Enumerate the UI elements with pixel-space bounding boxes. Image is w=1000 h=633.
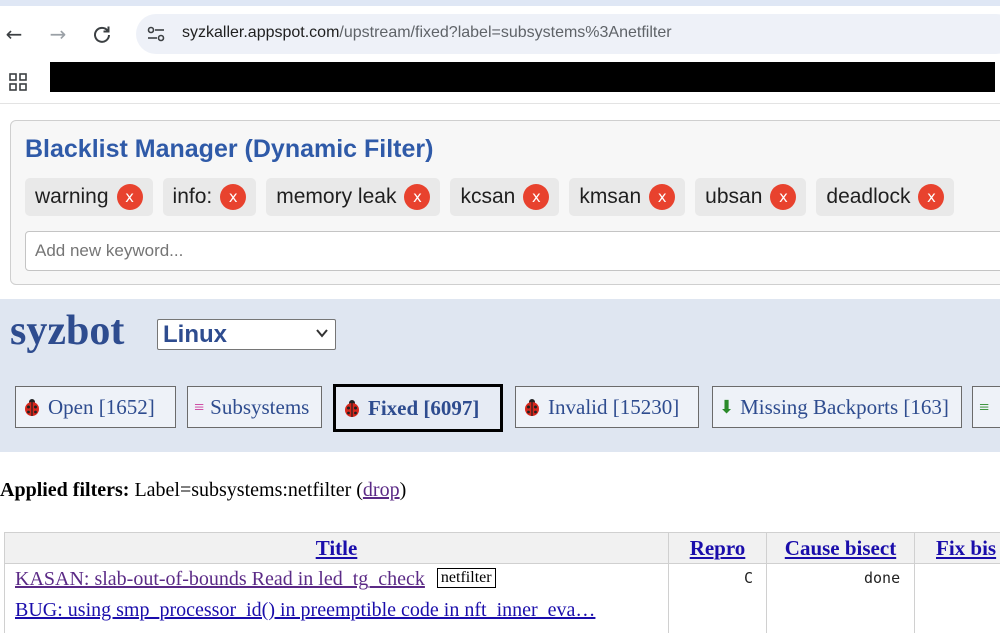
column-header-cause-bisect[interactable]: Cause bisect	[766, 532, 915, 564]
bug-title-link[interactable]: KASAN: slab-out-of-bounds Read in led_tg…	[15, 568, 425, 590]
keyword-chip: info: x	[162, 178, 257, 216]
applied-filters: Applied filters: Label=subsystems:netfil…	[0, 479, 407, 501]
subsystem-label-tag[interactable]: netfilter	[436, 568, 496, 588]
ladybug-icon	[342, 398, 362, 418]
remove-keyword-button[interactable]: x	[116, 184, 143, 210]
namespace-select[interactable]: Linux	[157, 319, 336, 350]
forward-icon[interactable]: →	[44, 20, 72, 48]
tab-subsystems[interactable]: ≡ Subsystems	[187, 386, 322, 428]
remove-keyword-button[interactable]: x	[523, 184, 550, 210]
syzbot-header: syzbot Linux Open [1652] ≡ Subsystems Fixed…	[0, 299, 1000, 452]
repro-cell: C	[744, 569, 754, 587]
keyword-chip: kmsan x	[569, 178, 686, 216]
keyword-chip-label: memory leak	[276, 185, 397, 208]
address-bar[interactable]: syzkaller.appspot.com/upstream/fixed?lab…	[136, 14, 1000, 54]
remove-keyword-button[interactable]: x	[404, 184, 431, 210]
tab-label: Missing Backports [163]	[740, 394, 949, 419]
blacklist-manager-panel: Blacklist Manager (Dynamic Filter) warni…	[10, 120, 1000, 285]
tab-label: Fixed [6097]	[368, 395, 480, 420]
blacklist-title: Blacklist Manager (Dynamic Filter)	[25, 135, 434, 163]
tab-more[interactable]: ≡	[972, 386, 1000, 428]
table-border	[4, 564, 5, 633]
cause-bisect-cell: done	[864, 569, 901, 587]
ladybug-icon	[22, 397, 42, 417]
url-path: /upstream/fixed?label=subsystems%3Anetfi…	[339, 24, 672, 41]
tab-label: Subsystems	[210, 394, 310, 419]
column-header-fix-bisect[interactable]: Fix bis	[914, 532, 1000, 564]
remove-keyword-button[interactable]: x	[770, 184, 797, 210]
keyword-chip: deadlock x	[816, 178, 955, 216]
tab-fixed[interactable]: Fixed [6097]	[333, 384, 503, 432]
remove-keyword-button[interactable]: x	[918, 184, 945, 210]
applied-filters-label: Applied filters:	[0, 479, 130, 501]
keyword-chip: warning x	[25, 178, 153, 216]
tab-invalid[interactable]: Invalid [15230]	[515, 386, 699, 428]
table-row: BUG: using smp_processor_id() in preempt…	[15, 599, 595, 622]
keyword-chip-list: warning x info: x memory leak x kcsan x kmsan x ub…	[25, 178, 955, 216]
keyword-chip-label: ubsan	[705, 185, 763, 208]
keyword-chip: memory leak x	[266, 178, 441, 216]
chevron-down-icon	[315, 326, 329, 343]
url-host: syzkaller.appspot.com	[182, 24, 340, 41]
remove-keyword-button[interactable]: x	[220, 184, 247, 210]
bug-title-link[interactable]: BUG: using smp_processor_id() in preempt…	[15, 599, 595, 621]
column-header-title[interactable]: Title	[4, 532, 669, 564]
tab-label: Open [1652]	[48, 394, 155, 419]
apps-grid-icon[interactable]	[8, 72, 28, 92]
keyword-chip-label: kmsan	[579, 185, 642, 208]
drop-filter-link[interactable]: drop	[363, 479, 400, 501]
bookmarks-bar	[0, 62, 1000, 104]
remove-keyword-button[interactable]: x	[649, 184, 676, 210]
applied-filter-value: Label=subsystems:netfilter	[134, 479, 352, 501]
table-border	[914, 564, 915, 633]
keyword-chip: ubsan x	[695, 178, 807, 216]
back-icon[interactable]: ←	[0, 20, 28, 48]
url-text[interactable]: syzkaller.appspot.com/upstream/fixed?lab…	[182, 24, 672, 42]
keyword-chip: kcsan x	[450, 178, 560, 216]
table-border	[766, 564, 767, 633]
namespace-selected-value: Linux	[163, 320, 227, 348]
keyword-chip-label: warning	[35, 185, 109, 208]
down-arrow-icon: ⬇	[719, 396, 735, 417]
syzbot-logo[interactable]: syzbot	[10, 307, 124, 355]
tab-label: Invalid [15230]	[548, 394, 680, 419]
tab-open[interactable]: Open [1652]	[15, 386, 176, 428]
redacted-bookmarks	[50, 62, 995, 92]
ladybug-icon	[522, 397, 542, 417]
site-settings-icon[interactable]	[146, 24, 166, 44]
add-keyword-input[interactable]	[25, 231, 1000, 271]
keyword-chip-label: kcsan	[460, 185, 516, 208]
column-header-repro[interactable]: Repro	[668, 532, 767, 564]
keyword-chip-label: info:	[172, 185, 213, 208]
list-lines-icon: ≡	[194, 396, 205, 417]
tab-missing[interactable]: ⬇ Missing Backports [163]	[712, 386, 962, 428]
table-border	[668, 564, 669, 633]
list-lines-icon: ≡	[979, 396, 990, 417]
reload-icon[interactable]	[88, 20, 116, 48]
browser-toolbar: ← → syzkaller.appspot.com/upstream/fixed…	[0, 6, 1000, 62]
keyword-chip-label: deadlock	[826, 185, 911, 208]
table-row: KASAN: slab-out-of-bounds Read in led_tg…	[15, 568, 496, 591]
